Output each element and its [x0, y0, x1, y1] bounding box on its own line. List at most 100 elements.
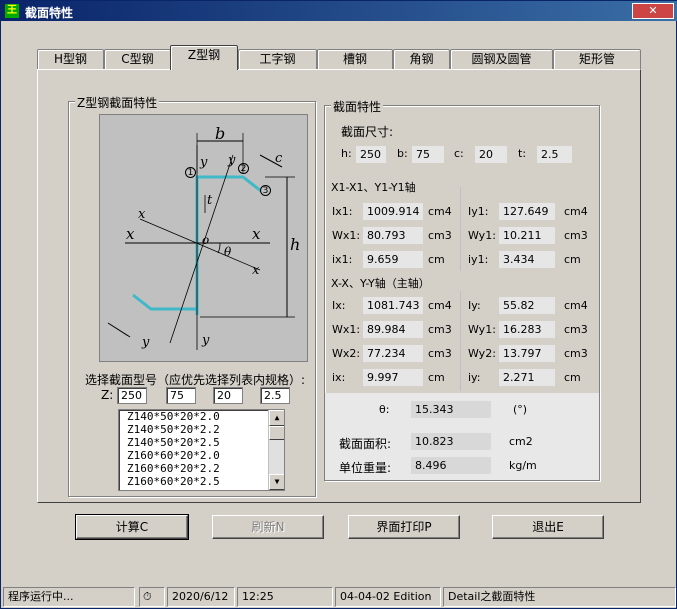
axis2-title: X-X、Y-Y轴（主轴） — [331, 277, 430, 290]
tab-h-steel[interactable]: H型钢 — [37, 49, 104, 69]
main-window: 王 截面特性 ✕ H型钢 C型钢 Z型钢 工字钢 槽钢 角钢 圆钢及圆管 矩形管… — [0, 0, 677, 609]
wx1b-unit: cm3 — [428, 323, 452, 336]
iy-value: 55.82 — [499, 297, 555, 314]
tab-z-steel[interactable]: Z型钢 — [170, 45, 238, 70]
iy1r-unit: cm — [564, 253, 581, 266]
z-steel-group-title: Z型钢截面特性 — [75, 94, 160, 111]
wx1b-key: Wx1: — [332, 323, 361, 336]
iyr-value: 2.271 — [499, 369, 555, 386]
axis1-divider — [460, 187, 461, 271]
input-h[interactable]: 250 — [117, 387, 147, 404]
theta-value: 15.343 — [411, 401, 491, 418]
tab-i-beam[interactable]: 工字钢 — [238, 49, 317, 69]
axis2-divider — [460, 291, 461, 391]
wy1-value: 10.211 — [499, 227, 555, 244]
list-item[interactable]: Z140*50*20*2.2 — [119, 423, 284, 436]
wy1-unit: cm3 — [564, 229, 588, 242]
wx1-unit: cm3 — [428, 229, 452, 242]
axis-x-right-label: x — [252, 263, 260, 278]
origin-label: o — [202, 233, 210, 247]
section-tabs: H型钢 C型钢 Z型钢 工字钢 槽钢 角钢 圆钢及圆管 矩形管 — [37, 45, 641, 70]
iyr-key: iy: — [468, 371, 481, 384]
iy1-key: Iy1: — [468, 205, 489, 218]
scroll-thumb[interactable] — [269, 426, 284, 440]
axis-y-bottom-label: y — [142, 335, 150, 350]
tab-c-steel[interactable]: C型钢 — [104, 49, 171, 69]
properties-group-title: 截面特性 — [331, 98, 384, 115]
ix1-key: Ix1: — [332, 205, 353, 218]
list-item[interactable]: Z160*60*20*2.5 — [119, 475, 284, 488]
list-item[interactable]: Z140*50*20*2.5 — [119, 436, 284, 449]
dim-t-key: t: — [518, 147, 527, 160]
iy1r-key: iy1: — [468, 253, 489, 266]
axis1-title: X1-X1、Y1-Y1轴 — [331, 181, 416, 194]
ix1-value: 1009.914 — [363, 203, 423, 220]
window-title: 截面特性 — [25, 6, 74, 20]
weight-unit: kg/m — [509, 459, 537, 472]
tab-angle[interactable]: 角钢 — [393, 49, 450, 69]
dim-c-value: 20 — [475, 146, 507, 163]
dim-b-label: b — [215, 124, 226, 143]
point-1-marker: 1 — [185, 167, 196, 178]
refresh-button[interactable]: 刷新N — [212, 515, 324, 539]
axis-y1-top-label: y — [200, 155, 208, 170]
weight-key: 单位重量: — [339, 461, 392, 475]
dim-h-key: h: — [341, 147, 352, 160]
print-button[interactable]: 界面打印P — [348, 515, 460, 539]
wx2-key: Wx2: — [332, 347, 361, 360]
list-item[interactable]: Z160*60*20*2.0 — [119, 449, 284, 462]
point-2-marker: 2 — [238, 163, 249, 174]
ix-key: Ix: — [332, 299, 346, 312]
z-label: Z: — [101, 388, 114, 402]
ix-unit: cm4 — [428, 299, 452, 312]
list-item[interactable]: Z140*50*20*2.0 — [119, 410, 284, 423]
wy1b-key: Wy1: — [468, 323, 496, 336]
scroll-up-icon[interactable]: ▲ — [269, 410, 284, 426]
list-item[interactable]: Z160*60*20*2.2 — [119, 462, 284, 475]
calculate-button[interactable]: 计算C — [75, 514, 189, 540]
input-t[interactable]: 2.5 — [260, 387, 290, 404]
tab-channel[interactable]: 槽钢 — [317, 49, 393, 69]
point-3-marker: 3 — [260, 185, 271, 196]
iy1r-value: 3.434 — [499, 251, 555, 268]
list-scrollbar[interactable]: ▲ ▼ — [268, 410, 284, 490]
ix1r-key: ix1: — [332, 253, 353, 266]
select-section-label: 选择截面型号（应优先选择列表内规格）: — [85, 373, 306, 387]
theta-key: θ: — [379, 403, 390, 416]
wy2-unit: cm3 — [564, 347, 588, 360]
iy-key: Iy: — [468, 299, 481, 312]
section-listbox[interactable]: Z140*50*20*2.0 Z140*50*20*2.2 Z140*50*20… — [118, 409, 285, 491]
weight-value: 8.496 — [411, 457, 491, 474]
status-bar: 程序运行中... ⏱ 2020/6/12 12:25 04-04-02 Edit… — [1, 585, 677, 609]
ix1r-value: 9.659 — [363, 251, 423, 268]
input-c[interactable]: 20 — [213, 387, 243, 404]
iy1-unit: cm4 — [564, 205, 588, 218]
clock-icon: ⏱ — [139, 587, 165, 607]
wy2-value: 13.797 — [499, 345, 555, 362]
dim-c-key: c: — [454, 147, 464, 160]
ixr-unit: cm — [428, 371, 445, 384]
axis-x-left-label: x — [138, 207, 146, 222]
iy-unit: cm4 — [564, 299, 588, 312]
dim-b-key: b: — [397, 147, 408, 160]
theta-label: θ — [224, 245, 232, 259]
ix1r-unit: cm — [428, 253, 445, 266]
dim-t-label: t — [207, 193, 213, 208]
status-time: 12:25 — [237, 587, 333, 607]
ix-value: 1081.743 — [363, 297, 423, 314]
status-detail: Detail之截面特性 — [443, 587, 676, 607]
dim-h-value: 250 — [356, 146, 386, 163]
axis-y-top-label: y — [228, 153, 236, 168]
wx1b-value: 89.984 — [363, 321, 423, 338]
exit-button[interactable]: 退出E — [492, 515, 604, 539]
close-button[interactable]: ✕ — [632, 3, 674, 19]
app-icon: 王 — [5, 4, 19, 18]
tab-round[interactable]: 圆钢及圆管 — [450, 49, 553, 69]
status-edition: 04-04-02 Edition — [335, 587, 441, 607]
scroll-down-icon[interactable]: ▼ — [269, 474, 284, 490]
ixr-value: 9.997 — [363, 369, 423, 386]
wx1-value: 80.793 — [363, 227, 423, 244]
axis-x1-right-label: x — [252, 225, 261, 243]
tab-rect-tube[interactable]: 矩形管 — [553, 49, 641, 69]
input-b[interactable]: 75 — [166, 387, 196, 404]
